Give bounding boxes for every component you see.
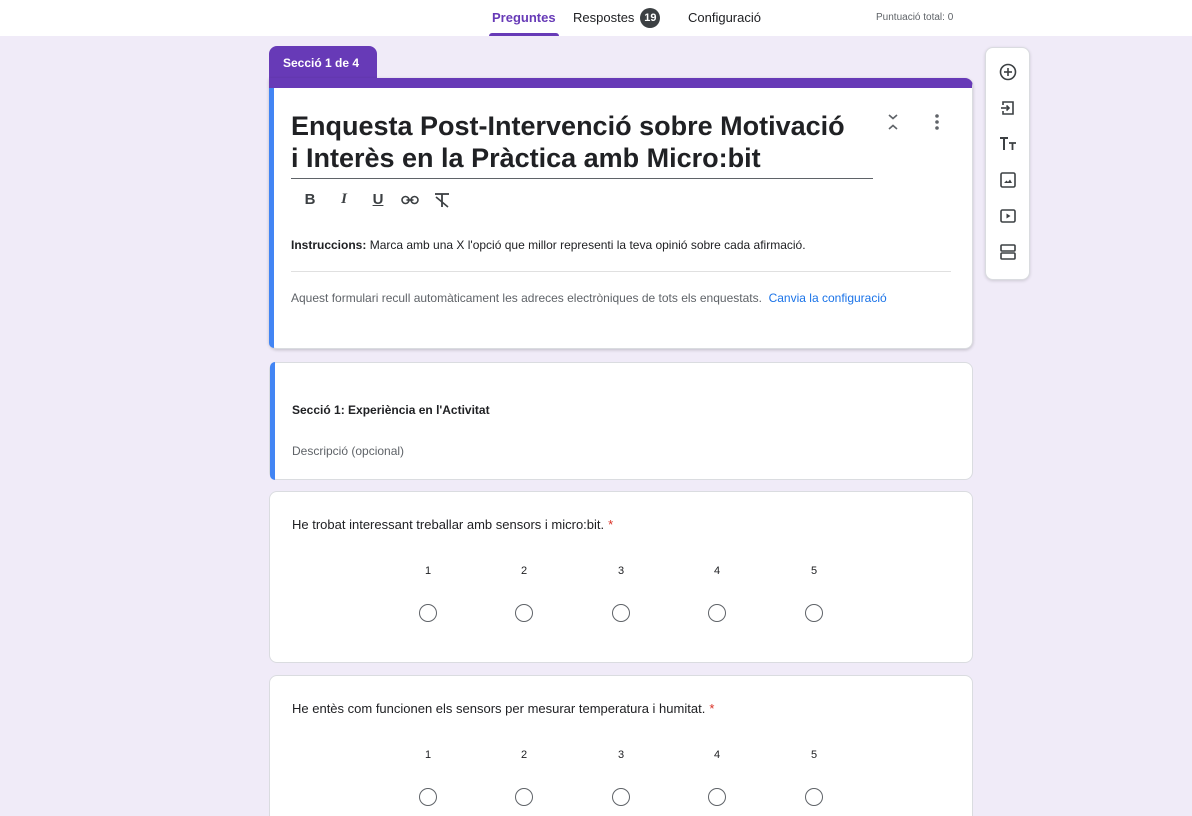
import-questions-icon[interactable] xyxy=(998,98,1018,118)
focus-accent xyxy=(269,88,274,348)
tab-responses-label: Respostes xyxy=(573,10,635,25)
scale-label-5: 5 xyxy=(810,749,818,761)
add-title-icon[interactable] xyxy=(998,134,1018,154)
top-nav: Preguntes Respostes 19 Configuració Puntu… xyxy=(0,0,1192,36)
required-mark: * xyxy=(608,517,614,532)
clear-formatting-icon[interactable] xyxy=(432,192,452,212)
scale-label-4: 4 xyxy=(713,565,721,577)
add-image-icon[interactable] xyxy=(998,170,1018,190)
form-header-card[interactable]: Enquesta Post-Intervenció sobre Motivaci… xyxy=(269,78,973,349)
email-note-text: Aquest formulari recull automàticament l… xyxy=(291,291,762,305)
form-title-line-2: i Interès en la Pràctica amb Micro:bit xyxy=(291,143,761,173)
scale-radio-1[interactable] xyxy=(419,788,437,806)
question-text: He trobat interessant treballar amb sens… xyxy=(292,517,613,532)
scale-label-5: 5 xyxy=(810,565,818,577)
scale-radio-5[interactable] xyxy=(805,788,823,806)
section-tag: Secció 1 de 4 xyxy=(269,46,377,82)
email-collection-note: Aquest formulari recull automàticament l… xyxy=(291,289,891,307)
responses-count-badge: 19 xyxy=(640,7,661,28)
scale-radio-1[interactable] xyxy=(419,604,437,622)
question-card[interactable]: He trobat interessant treballar amb sens… xyxy=(269,491,973,663)
total-score: Puntuació total: 0 xyxy=(876,12,954,23)
more-options-icon[interactable] xyxy=(929,112,945,137)
bold-button[interactable]: B xyxy=(300,191,320,208)
scale-radio-2[interactable] xyxy=(515,604,533,622)
scale-label-3: 3 xyxy=(617,565,625,577)
tab-settings[interactable]: Configuració xyxy=(688,0,761,36)
change-settings-link-part-2: configuració xyxy=(821,291,887,305)
collapse-icon[interactable] xyxy=(885,112,901,137)
scale-radio-3[interactable] xyxy=(612,788,630,806)
section-accent xyxy=(270,362,275,480)
scale-radio-4[interactable] xyxy=(708,604,726,622)
scale-radio-5[interactable] xyxy=(805,604,823,622)
scale-label-3: 3 xyxy=(617,749,625,761)
section-description[interactable]: Descripció (opcional) xyxy=(292,444,404,458)
question-card[interactable]: He entès com funcionen els sensors per m… xyxy=(269,675,973,816)
tab-responses[interactable]: Respostes 19 xyxy=(573,0,661,36)
form-instructions[interactable]: Instruccions: Marca amb una X l'opció qu… xyxy=(291,238,951,252)
section-card[interactable]: Secció 1: Experiència en l'Activitat Des… xyxy=(269,362,973,480)
required-mark: * xyxy=(709,701,715,716)
change-settings-link-part-1: Canvia la xyxy=(768,291,819,305)
tab-questions[interactable]: Preguntes xyxy=(489,0,559,36)
instructions-label: Instruccions: xyxy=(291,238,367,252)
link-icon[interactable] xyxy=(400,193,420,211)
form-title-line-1: Enquesta Post-Intervenció sobre Motivaci… xyxy=(291,111,845,141)
question-text: He entès com funcionen els sensors per m… xyxy=(292,701,714,716)
form-title[interactable]: Enquesta Post-Intervenció sobre Motivaci… xyxy=(291,110,873,179)
scale-label-2: 2 xyxy=(520,565,528,577)
italic-button[interactable]: I xyxy=(334,191,354,208)
scale-label-2: 2 xyxy=(520,749,528,761)
instructions-text: Marca amb una X l'opció que millor repre… xyxy=(366,238,806,252)
question-label: He entès com funcionen els sensors per m… xyxy=(292,701,706,716)
section-title[interactable]: Secció 1: Experiència en l'Activitat xyxy=(292,403,490,417)
add-video-icon[interactable] xyxy=(998,206,1018,226)
add-section-icon[interactable] xyxy=(998,242,1018,262)
scale-radio-2[interactable] xyxy=(515,788,533,806)
add-question-icon[interactable] xyxy=(998,62,1018,82)
scale-label-4: 4 xyxy=(713,749,721,761)
scale-radio-4[interactable] xyxy=(708,788,726,806)
scale-radio-3[interactable] xyxy=(612,604,630,622)
question-label: He trobat interessant treballar amb sens… xyxy=(292,517,605,532)
scale-label-1: 1 xyxy=(424,565,432,577)
scale-label-1: 1 xyxy=(424,749,432,761)
underline-button[interactable]: U xyxy=(368,191,388,208)
change-settings-link[interactable]: Canvia la configuració xyxy=(769,291,887,305)
divider xyxy=(291,271,951,272)
side-toolbar xyxy=(985,47,1030,280)
